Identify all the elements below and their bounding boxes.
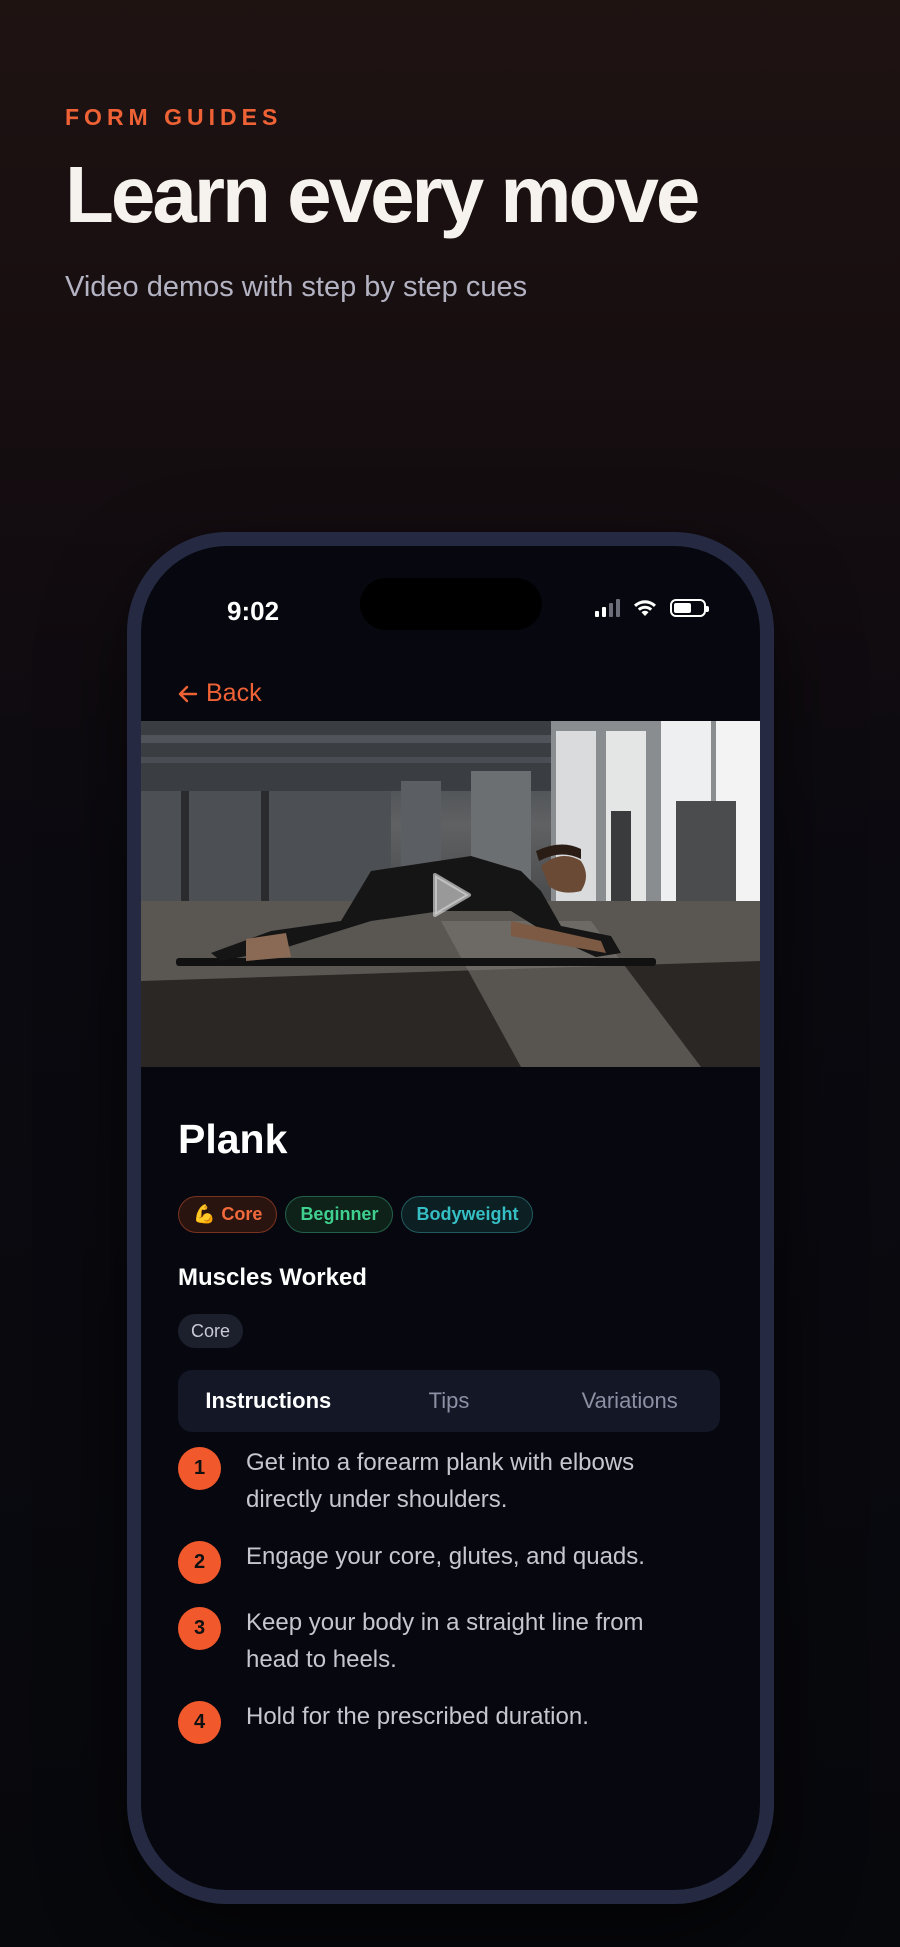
arrow-left-icon: [178, 685, 198, 702]
phone-frame: 9:02 Back Plank 💪 Core Beginner Bodyweig…: [127, 532, 774, 1904]
step-number-badge: 1: [178, 1447, 221, 1490]
list-item: 2 Engage your core, glutes, and quads.: [178, 1538, 678, 1584]
dynamic-island: [360, 578, 542, 630]
play-icon[interactable]: [423, 869, 475, 921]
promo-header: FORM GUIDES Learn every move Video demos…: [65, 104, 700, 304]
back-button[interactable]: Back: [178, 679, 262, 708]
exercise-tags: 💪 Core Beginner Bodyweight: [178, 1196, 534, 1233]
eyebrow-label: FORM GUIDES: [65, 104, 283, 130]
exercise-title: Plank: [178, 1116, 288, 1162]
list-item: 1 Get into a forearm plank with elbows d…: [178, 1444, 678, 1518]
tab-tips[interactable]: Tips: [359, 1370, 540, 1432]
cellular-signal-icon: [595, 599, 620, 617]
battery-icon: [670, 599, 709, 617]
muscles-worked-heading: Muscles Worked: [178, 1264, 367, 1291]
exercise-video[interactable]: [141, 721, 760, 1067]
step-number-badge: 4: [178, 1701, 221, 1744]
list-item: 3 Keep your body in a straight line from…: [178, 1604, 678, 1678]
tag-core: 💪 Core: [178, 1196, 278, 1233]
tag-label: Beginner: [300, 1204, 379, 1224]
status-time: 9:02: [227, 596, 280, 626]
flexed-biceps-icon: 💪: [193, 1204, 216, 1224]
status-icons: [595, 598, 709, 618]
step-number-badge: 2: [178, 1541, 221, 1584]
subheadline: Video demos with step by step cues: [65, 271, 528, 303]
tab-instructions[interactable]: Instructions: [178, 1370, 359, 1432]
instruction-steps: 1 Get into a forearm plank with elbows d…: [178, 1444, 678, 1764]
headline: Learn every move: [65, 150, 700, 239]
list-item: 4 Hold for the prescribed duration.: [178, 1698, 678, 1744]
back-label: Back: [206, 679, 262, 707]
step-text: Engage your core, glutes, and quads.: [246, 1543, 645, 1570]
tab-variations[interactable]: Variations: [539, 1370, 720, 1432]
tag-label: Bodyweight: [416, 1204, 519, 1224]
status-bar: 9:02: [141, 546, 760, 641]
muscle-chip-core: Core: [178, 1314, 244, 1348]
tag-label: Core: [221, 1204, 263, 1224]
step-text: Hold for the prescribed duration.: [246, 1703, 589, 1730]
step-text: Get into a forearm plank with elbows dir…: [246, 1449, 635, 1513]
phone-screen: 9:02 Back Plank 💪 Core Beginner Bodyweig…: [141, 546, 760, 1890]
tag-bodyweight: Bodyweight: [401, 1196, 534, 1233]
detail-tabs: Instructions Tips Variations: [178, 1370, 720, 1432]
step-number-badge: 3: [178, 1607, 221, 1650]
tag-beginner: Beginner: [285, 1196, 394, 1233]
step-text: Keep your body in a straight line from h…: [246, 1609, 644, 1673]
wifi-icon: [634, 600, 656, 616]
